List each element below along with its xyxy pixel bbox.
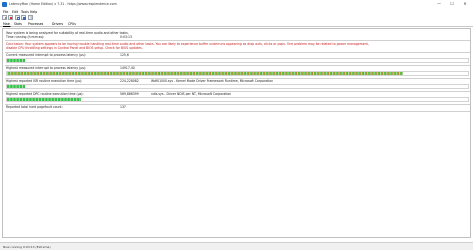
- tab-processes[interactable]: Processes: [28, 22, 43, 27]
- highest-isr-label: Highest reported ISR routine execution t…: [6, 79, 83, 83]
- pagefault-count-label: Reported total hard pagefault count:: [6, 105, 63, 109]
- highest-dpc-driver: ndis.sys - Driver NDIS per NT, Microsoft…: [151, 92, 232, 96]
- highest-isr-value: 224,228082: [120, 79, 139, 83]
- current-latency-label: Current measured interrupt to process la…: [6, 53, 86, 57]
- highest-isr-meter-fill: [7, 85, 26, 88]
- play-icon[interactable]: [2, 15, 7, 20]
- tab-drivers[interactable]: Drivers: [52, 22, 63, 27]
- highest-latency-meter-fill: [7, 72, 404, 75]
- highest-dpc-label: Highest reported DPC routine execution t…: [6, 92, 84, 96]
- app-icon: [2, 2, 7, 7]
- pagefault-count-value: 137: [120, 105, 126, 109]
- status-bar: Now running 0:03:13 (Extrema): [0, 242, 473, 250]
- title-bar: LatencyMon (Home Edition) v 7.31 - https…: [0, 0, 473, 9]
- save-icon[interactable]: [21, 15, 26, 20]
- highest-latency-label: Highest measured interrupt to process la…: [6, 66, 87, 70]
- time-running-label: Time running (h:mm:ss):: [6, 35, 45, 39]
- highest-latency-meter: [6, 71, 469, 76]
- highest-dpc-value: 569,886399: [120, 92, 139, 96]
- close-button[interactable]: ✕: [459, 1, 471, 7]
- tab-main[interactable]: Main: [3, 22, 10, 27]
- stop-icon[interactable]: [8, 15, 13, 20]
- highest-dpc-meter-fill: [7, 98, 81, 101]
- separator: [5, 64, 470, 65]
- separator: [5, 51, 470, 52]
- current-latency-meter-fill: [7, 59, 26, 62]
- status-text: Now running 0:03:13 (Extrema): [3, 244, 51, 249]
- tab-cpus[interactable]: CPUs: [68, 22, 76, 27]
- separator: [5, 110, 470, 111]
- maximize-button[interactable]: ☐: [446, 1, 458, 7]
- separator: [5, 90, 470, 91]
- time-running-value: 0:03:13: [120, 35, 132, 39]
- copy-icon[interactable]: [15, 15, 20, 20]
- conclusion-text-line2: disable CPU throttling settings in Contr…: [6, 46, 143, 50]
- window-title: LatencyMon (Home Edition) v 7.31 - https…: [9, 2, 117, 6]
- main-panel: Your system is being analyzed for suitab…: [2, 28, 471, 238]
- highest-isr-driver: Wdf01000.sys - Kernel Mode Driver Framew…: [151, 79, 274, 83]
- separator: [5, 77, 470, 78]
- current-latency-meter: [6, 58, 469, 63]
- tab-stats[interactable]: Stats: [14, 22, 22, 27]
- tab-strip: Main Stats Processes Drivers CPUs: [0, 21, 473, 27]
- current-latency-value: 125,6: [120, 53, 129, 57]
- highest-isr-meter: [6, 84, 469, 89]
- highest-latency-value: 14917,40: [120, 66, 135, 70]
- highest-dpc-meter: [6, 97, 469, 102]
- help-icon[interactable]: [28, 15, 33, 20]
- separator: [5, 40, 470, 41]
- minimize-button[interactable]: —: [433, 1, 445, 7]
- separator: [5, 103, 470, 104]
